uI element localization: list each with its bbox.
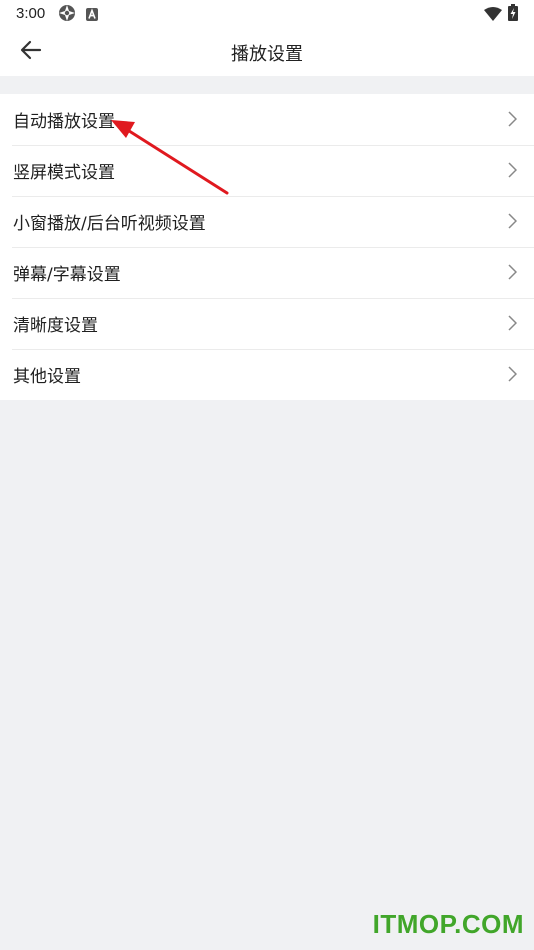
a-badge-icon [86,6,98,25]
settings-item-danmaku-subtitles[interactable]: 弹幕/字幕设置 [0,247,534,298]
status-time: 3:00 [16,5,46,22]
settings-item-label: 自动播放设置 [13,112,115,132]
photo-app-icon [58,4,76,26]
settings-item-label: 其他设置 [13,367,81,387]
chevron-right-icon [508,315,518,335]
settings-item-label: 清晰度设置 [13,316,98,336]
settings-item-label: 小窗播放/后台听视频设置 [13,214,206,234]
chevron-right-icon [508,162,518,182]
page-title: 播放设置 [231,44,303,65]
settings-list: 自动播放设置 竖屏模式设置 小窗播放/后台听视频设置 弹幕/字幕设置 清晰度设置… [0,94,534,400]
settings-item-label: 竖屏模式设置 [13,163,115,183]
settings-item-label: 弹幕/字幕设置 [13,265,121,285]
settings-item-resolution[interactable]: 清晰度设置 [0,298,534,349]
chevron-right-icon [508,111,518,131]
settings-item-portrait-mode[interactable]: 竖屏模式设置 [0,145,534,196]
status-bar: 3:00 [0,0,534,28]
settings-item-other[interactable]: 其他设置 [0,349,534,400]
settings-item-autoplay[interactable]: 自动播放设置 [0,94,534,145]
wifi-icon [484,6,502,25]
battery-icon [508,4,518,25]
watermark: ITMOP.COM [372,909,524,939]
app-bar: 播放设置 [0,28,534,76]
settings-item-mini-window[interactable]: 小窗播放/后台听视频设置 [0,196,534,247]
chevron-right-icon [508,264,518,284]
chevron-right-icon [508,366,518,386]
chevron-right-icon [508,213,518,233]
